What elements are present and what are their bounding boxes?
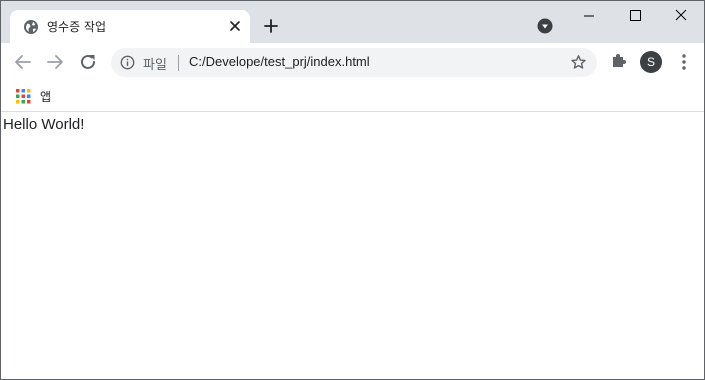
tab-strip: 영수증 작업 (1, 1, 704, 43)
arrow-right-icon[interactable] (44, 51, 66, 73)
apps-grid-icon (16, 89, 31, 104)
puzzle-icon[interactable] (609, 51, 629, 71)
browser-window: 영수증 작업 파일 C:/Develope/test_prj/index.htm… (0, 0, 705, 380)
chevron-down-circle-icon[interactable] (536, 17, 554, 35)
profile-avatar[interactable]: S (640, 51, 662, 73)
kebab-menu-icon[interactable] (674, 51, 694, 73)
url-text[interactable]: C:/Develope/test_prj/index.html (189, 54, 370, 69)
arrow-left-icon[interactable] (12, 51, 34, 73)
window-close-icon[interactable] (658, 1, 704, 33)
reload-icon[interactable] (77, 51, 99, 73)
globe-icon (24, 20, 38, 34)
bookmarks-bar: 앱 (1, 81, 704, 112)
plus-icon[interactable] (260, 15, 282, 37)
toolbar: 파일 C:/Develope/test_prj/index.html S (1, 43, 704, 81)
tab-title: 영수증 작업 (47, 20, 107, 34)
scheme-label: 파일 (143, 58, 167, 73)
star-icon[interactable] (570, 54, 587, 71)
page-content: Hello World! (1, 113, 704, 379)
minimize-icon[interactable] (566, 1, 612, 33)
omnibox-separator (178, 55, 179, 71)
address-bar[interactable]: 파일 C:/Develope/test_prj/index.html (111, 48, 597, 77)
info-icon[interactable] (120, 55, 135, 70)
apps-label: 앱 (40, 90, 52, 104)
browser-tab[interactable]: 영수증 작업 (10, 10, 250, 43)
maximize-icon[interactable] (612, 1, 658, 33)
page-text: Hello World! (3, 116, 85, 133)
close-icon[interactable] (226, 17, 244, 35)
